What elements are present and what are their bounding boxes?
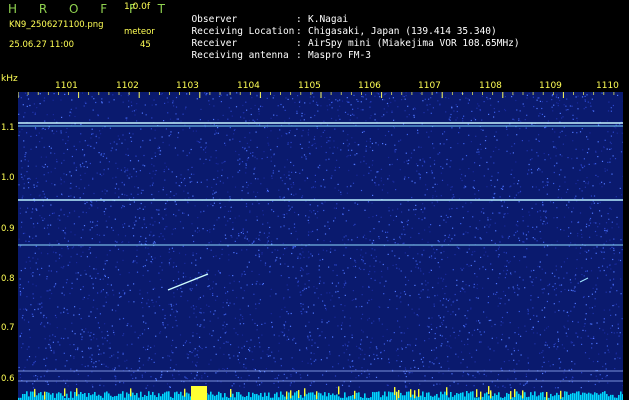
y-tick-label: 0.8 [1, 274, 15, 284]
x-tick-label: 1104 [237, 81, 260, 91]
version-label: 1.0.0f [124, 2, 151, 12]
spectrogram-plot [18, 92, 623, 400]
y-tick-label: 0.7 [1, 323, 15, 333]
y-axis-unit: kHz [1, 74, 18, 84]
x-tick-label: 1110 [596, 81, 619, 91]
info-value: K.Nagai [308, 14, 349, 25]
spectrogram-background [18, 92, 623, 400]
count-label: 45 [140, 40, 151, 50]
y-tick-label: 1.1 [1, 123, 15, 133]
datetime-label: 25.06.27 11:00 [9, 40, 75, 50]
x-tick-label: 1103 [176, 81, 199, 91]
x-tick-label: 1109 [539, 81, 562, 91]
y-tick-label: 1.0 [1, 173, 15, 183]
y-tick-label: 0.9 [1, 224, 15, 234]
x-tick-label: 1102 [116, 81, 139, 91]
info-value: AirSpy mini (Miakejima VOR 108.65MHz) [308, 38, 520, 49]
info-value: Maspro FM-3 [308, 50, 371, 61]
info-value: Chigasaki, Japan (139.414 35.340) [308, 26, 497, 37]
x-tick-label: 1101 [55, 81, 78, 91]
info-row-antenna: Receiving antenna: Maspro FM-3 [191, 50, 371, 61]
mode-label: meteor [124, 27, 155, 37]
x-tick-label: 1107 [418, 81, 441, 91]
x-tick-label: 1108 [479, 81, 502, 91]
info-label: Receiving antenna [191, 50, 289, 61]
x-tick-label: 1105 [298, 81, 321, 91]
x-tick-label: 1106 [358, 81, 381, 91]
y-tick-label: 0.6 [1, 374, 15, 384]
filename-label: KN9_2506271100.png [9, 20, 104, 30]
